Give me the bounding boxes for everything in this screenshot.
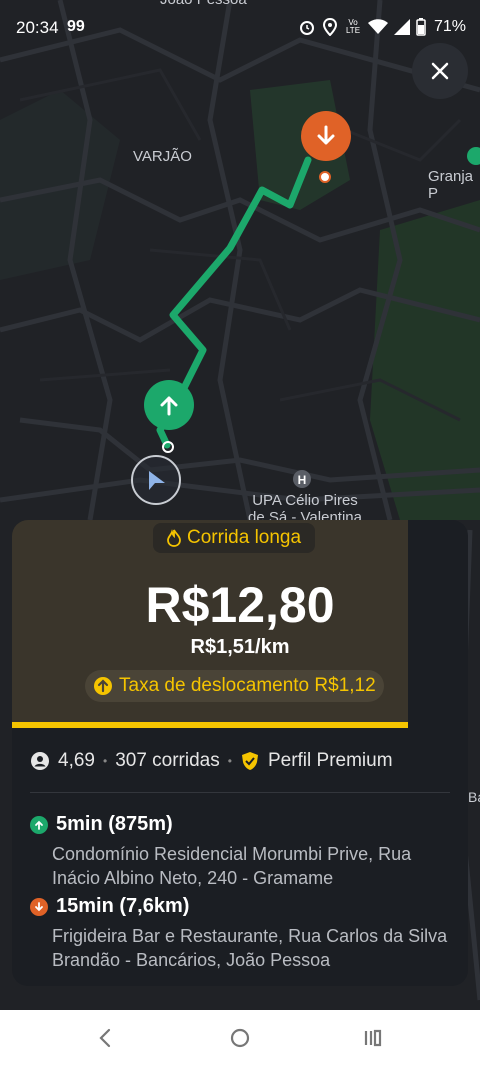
pickup-address: Condomínio Residencial Morumbi Prive, Ru… (52, 844, 412, 888)
dropoff-point (319, 171, 331, 183)
long-ride-badge: Corrida longa (153, 523, 316, 553)
passenger-profile: 4,69 • 307 corridas • Perfil Premium (30, 750, 393, 772)
signal-icon (394, 19, 410, 35)
recents-icon[interactable] (361, 1026, 385, 1050)
passenger-rating: 4,69 (58, 750, 95, 771)
close-icon (431, 62, 449, 80)
dropoff-arrow-icon (30, 897, 48, 916)
notification-badge: 99 (67, 18, 85, 35)
lte-icon: Vo LTE (345, 18, 361, 35)
map-label-granja: Granja P (428, 168, 474, 202)
flame-icon (167, 529, 181, 547)
arrow-down-icon (317, 125, 335, 145)
dropoff-pin[interactable] (301, 111, 351, 161)
wifi-icon (368, 19, 388, 34)
travel-fee-label: Taxa de deslocamento R$1,12 (119, 675, 376, 696)
status-icons: Vo LTE 71% (298, 18, 466, 36)
dropoff-address: Frigideira Bar e Restaurante, Rua Carlos… (52, 926, 448, 970)
premium-label: Perfil Premium (267, 750, 393, 771)
separator-dot: • (227, 754, 232, 768)
separator-dot: • (102, 754, 108, 768)
battery-icon (416, 18, 426, 36)
pickup-eta: 5min (875m) (56, 813, 173, 835)
arrow-up-circle-icon (94, 677, 112, 695)
map-label-varjao: VARJÃO (133, 148, 192, 165)
location-icon (322, 18, 338, 36)
price-per-km: R$1,51/km (190, 636, 290, 658)
close-button[interactable] (412, 43, 468, 99)
pickup-arrow-icon (30, 815, 48, 834)
dropoff-eta: 15min (7,6km) (56, 895, 190, 917)
ride-offer-card[interactable]: Corrida longa R$12,80 R$1,51/km Taxa de … (12, 520, 468, 986)
offer-timer-bar (12, 722, 408, 728)
status-time: 20:34 (16, 18, 59, 37)
hospital-icon: H (293, 470, 311, 488)
premium-shield-icon (241, 752, 258, 770)
divider (30, 792, 450, 793)
alarm-icon (300, 21, 314, 35)
svg-text:H: H (298, 473, 307, 487)
current-location-marker (131, 455, 181, 505)
status-bar: 20:34 99 Vo LTE 71% (0, 0, 480, 58)
passenger-rides: 307 corridas (115, 750, 220, 771)
battery-percent: 71% (434, 18, 467, 35)
home-icon[interactable] (228, 1026, 252, 1050)
dropoff-stop: 15min (7,6km) Frigideira Bar e Restauran… (30, 895, 460, 972)
back-icon[interactable] (94, 1026, 116, 1050)
system-nav-bar (0, 1010, 480, 1066)
user-icon (31, 752, 49, 770)
travel-fee-chip: Taxa de deslocamento R$1,12 (85, 670, 384, 702)
arrow-up-icon (160, 396, 178, 416)
ride-price: R$12,80 (145, 577, 335, 633)
pickup-pin[interactable] (144, 380, 194, 430)
long-ride-label: Corrida longa (187, 527, 302, 548)
pickup-stop: 5min (875m) Condomínio Residencial Morum… (30, 813, 460, 890)
map-label-edge: Ba (468, 789, 480, 805)
navigation-arrow-icon (149, 471, 165, 490)
